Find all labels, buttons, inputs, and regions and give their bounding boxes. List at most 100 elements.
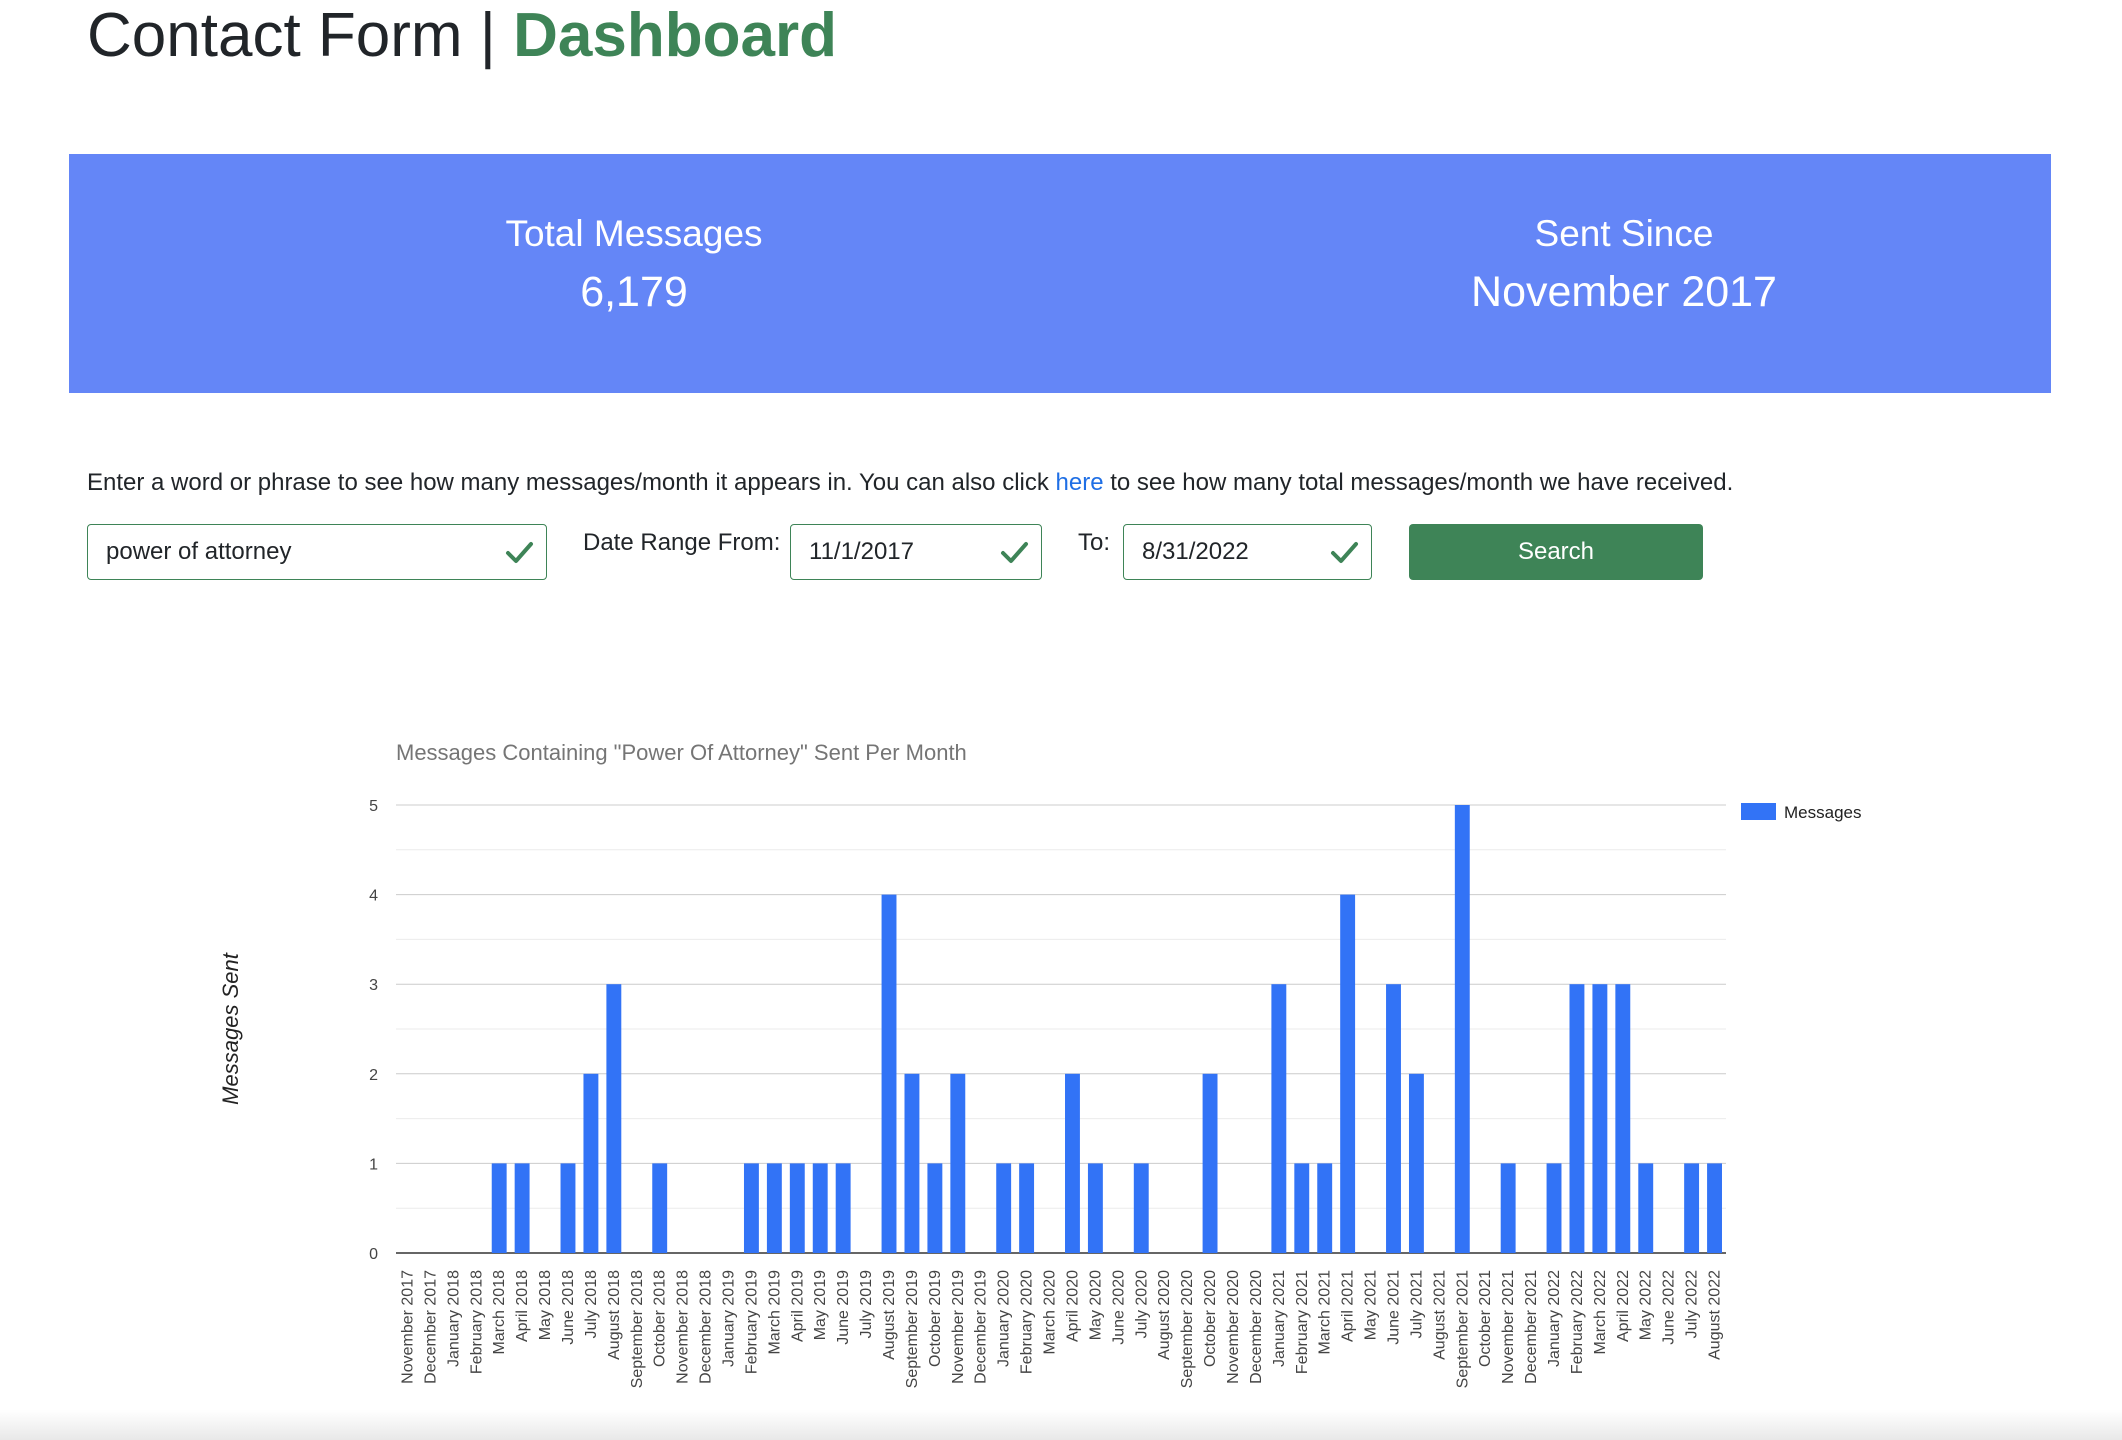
chart-xtick-label: October 2018 (652, 1270, 669, 1367)
chart-xtick-label: May 2019 (812, 1270, 829, 1340)
chart-xtick-label: March 2018 (491, 1270, 508, 1355)
chart-xtick-label: June 2018 (560, 1270, 577, 1345)
chart-ytick-label: 0 (369, 1246, 378, 1263)
chart-xtick-label: April 2022 (1615, 1270, 1632, 1342)
chart-xtick-label: November 2017 (399, 1270, 416, 1384)
page-bottom-edge (0, 1410, 2122, 1440)
chart-xtick-label: February 2022 (1569, 1270, 1586, 1374)
chart-bar (927, 1163, 943, 1253)
chart-bar (1202, 1073, 1218, 1253)
chart-xtick-label: September 2021 (1454, 1270, 1471, 1388)
chart-xtick-label: December 2019 (973, 1270, 990, 1384)
chart-bar (1408, 1073, 1424, 1253)
chart-xtick-label: November 2021 (1500, 1270, 1517, 1384)
chart-bar (1638, 1163, 1654, 1253)
chart-xtick-label: December 2021 (1523, 1270, 1540, 1384)
chart-xtick-label: March 2019 (766, 1270, 783, 1355)
chart-xtick-label: January 2022 (1546, 1270, 1563, 1367)
chart-xtick-label: December 2018 (698, 1270, 715, 1384)
chart-bar (1615, 984, 1631, 1253)
chart-bar (1133, 1163, 1149, 1253)
chart-bar (789, 1163, 805, 1253)
chart-xtick-label: July 2020 (1133, 1270, 1150, 1339)
chart-xtick-label: November 2018 (675, 1270, 692, 1384)
chart-xtick-label: January 2019 (721, 1270, 738, 1367)
chart-xtick-label: October 2021 (1477, 1270, 1494, 1367)
chart-xtick-label: September 2020 (1179, 1270, 1196, 1388)
chart-bar (606, 984, 622, 1253)
chart-bar (1087, 1163, 1103, 1253)
chart-xtick-label: August 2020 (1156, 1270, 1173, 1360)
chart-xtick-label: July 2021 (1408, 1270, 1425, 1339)
chart-ytick-label: 4 (369, 888, 378, 905)
chart-bar (1569, 984, 1585, 1253)
chart-xtick-label: August 2022 (1707, 1270, 1724, 1360)
chart-bar (904, 1073, 920, 1253)
chart-y-axis-label: Messages Sent (218, 952, 243, 1105)
chart-bar (1500, 1163, 1516, 1253)
chart-xtick-label: February 2019 (743, 1270, 760, 1374)
chart-xtick-label: March 2021 (1317, 1270, 1334, 1355)
chart-xtick-label: October 2019 (927, 1270, 944, 1367)
chart-xtick-label: November 2020 (1225, 1270, 1242, 1384)
chart-bar (560, 1163, 576, 1253)
chart-bar (996, 1163, 1012, 1253)
chart-bar (1454, 805, 1470, 1253)
chart-xtick-label: January 2020 (996, 1270, 1013, 1367)
chart-xtick-label: April 2018 (514, 1270, 531, 1342)
chart-bar (652, 1163, 668, 1253)
chart-bar (950, 1073, 966, 1253)
chart-title: Messages Containing "Power Of Attorney" … (396, 740, 967, 765)
chart-xtick-label: June 2020 (1110, 1270, 1127, 1345)
chart-bar (491, 1163, 507, 1253)
chart-bar (743, 1163, 759, 1253)
chart-ytick-label: 5 (369, 798, 378, 815)
chart-bar (1707, 1163, 1722, 1253)
messages-chart: Messages Containing "Power Of Attorney" … (218, 740, 1861, 1388)
chart-legend-swatch (1741, 803, 1776, 820)
chart-ytick-label: 1 (369, 1156, 378, 1173)
chart-bar (1019, 1163, 1035, 1253)
chart-xtick-label: February 2021 (1294, 1270, 1311, 1374)
chart-xtick-label: June 2022 (1661, 1270, 1678, 1345)
chart-xtick-label: August 2021 (1431, 1270, 1448, 1360)
chart-xtick-label: February 2018 (468, 1270, 485, 1374)
chart-xtick-label: August 2019 (881, 1270, 898, 1360)
chart-xtick-label: May 2021 (1363, 1270, 1380, 1340)
chart-xtick-label: March 2020 (1042, 1270, 1059, 1355)
chart-legend-label: Messages (1784, 803, 1861, 822)
chart-bar (835, 1163, 851, 1253)
chart-xtick-label: May 2022 (1638, 1270, 1655, 1340)
chart-bar (583, 1073, 599, 1253)
chart-bar (881, 894, 897, 1253)
chart-bar (812, 1163, 828, 1253)
chart-xtick-label: December 2017 (422, 1270, 439, 1384)
chart-xtick-label: July 2019 (858, 1270, 875, 1339)
chart-ytick-label: 2 (369, 1067, 378, 1084)
chart-xtick-label: May 2018 (537, 1270, 554, 1340)
chart-bar (1271, 984, 1287, 1253)
chart-xtick-label: April 2021 (1340, 1270, 1357, 1342)
chart-xtick-label: March 2022 (1592, 1270, 1609, 1355)
chart-xtick-label: October 2020 (1202, 1270, 1219, 1367)
chart-xtick-label: November 2019 (950, 1270, 967, 1384)
chart-bar (1546, 1163, 1562, 1253)
chart-bar (1317, 1163, 1333, 1253)
chart-bar (1386, 984, 1401, 1253)
chart-bar (766, 1163, 782, 1253)
chart-ytick-label: 3 (369, 977, 378, 994)
chart-xtick-label: May 2020 (1087, 1270, 1104, 1340)
chart-xtick-label: February 2020 (1019, 1270, 1036, 1374)
chart-bar (1592, 984, 1608, 1253)
chart-xtick-label: July 2018 (583, 1270, 600, 1339)
chart-xtick-label: April 2019 (789, 1270, 806, 1342)
chart-bar (1340, 894, 1356, 1253)
chart-xtick-label: January 2021 (1271, 1270, 1288, 1367)
chart-xtick-label: December 2020 (1248, 1270, 1265, 1384)
chart-bar (1684, 1163, 1700, 1253)
chart-bar (1065, 1073, 1080, 1253)
chart-xtick-label: September 2018 (629, 1270, 646, 1388)
chart-xtick-label: April 2020 (1064, 1270, 1081, 1342)
chart-xtick-label: September 2019 (904, 1270, 921, 1388)
chart-bar (1294, 1163, 1310, 1253)
